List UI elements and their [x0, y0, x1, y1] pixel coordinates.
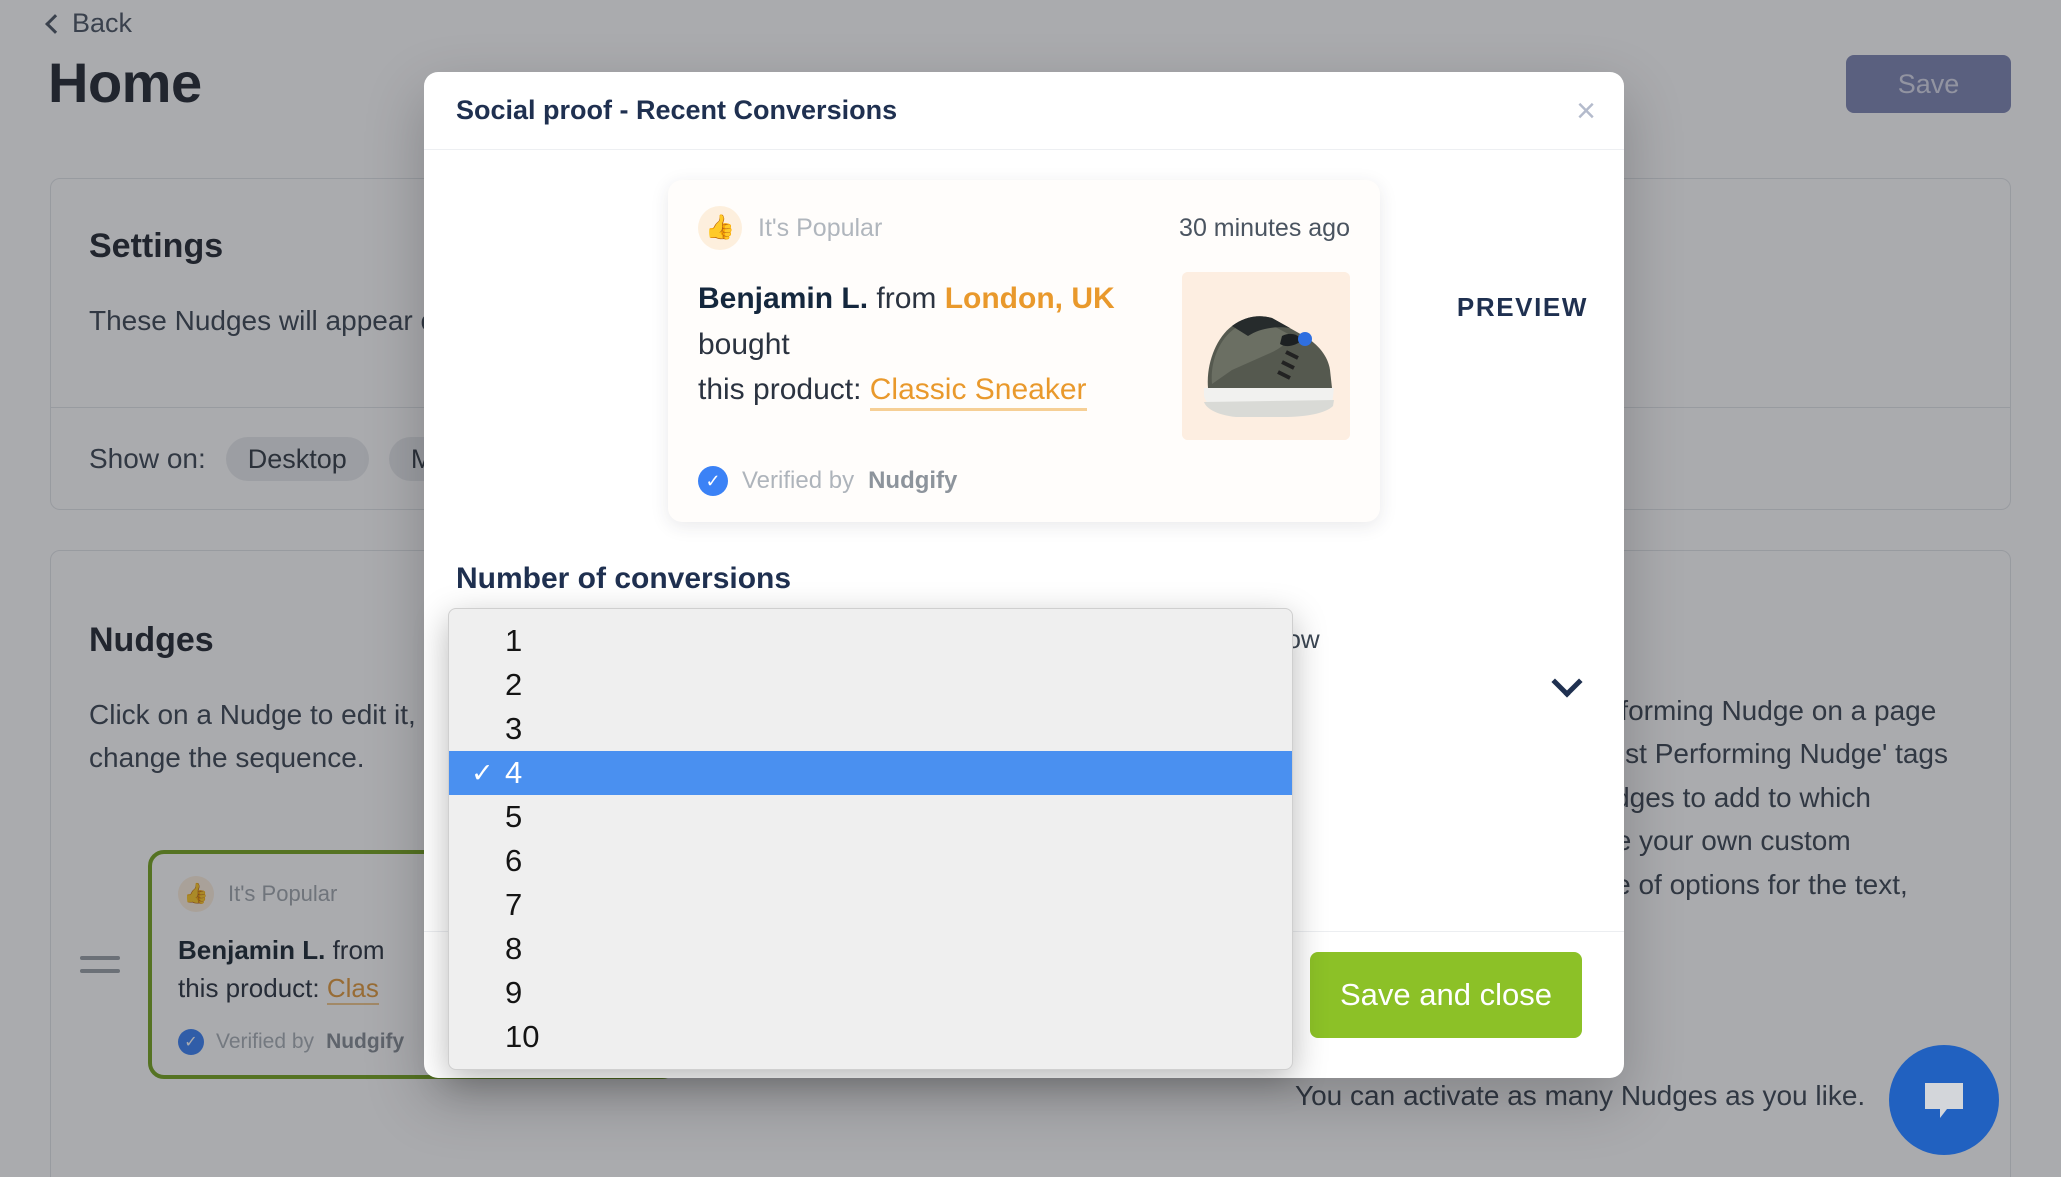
- close-icon[interactable]: ×: [1576, 94, 1596, 128]
- dropdown-option-label: 1: [505, 623, 523, 658]
- save-and-close-button[interactable]: Save and close: [1310, 952, 1582, 1038]
- modal-title: Social proof - Recent Conversions: [456, 95, 898, 125]
- preview-timestamp: 30 minutes ago: [1179, 213, 1350, 242]
- dropdown-option-label: 7: [505, 887, 523, 922]
- dropdown-option-1[interactable]: 1: [449, 619, 1292, 663]
- preview-person: Benjamin L.: [698, 282, 869, 315]
- preview-mid-2: bought: [698, 327, 790, 361]
- dropdown-option-6[interactable]: 6: [449, 839, 1292, 883]
- modal-header: Social proof - Recent Conversions ×: [424, 72, 1624, 150]
- dropdown-option-label: 10: [505, 1019, 540, 1054]
- chevron-down-icon: [1551, 666, 1583, 698]
- dropdown-option-8[interactable]: 8: [449, 927, 1292, 971]
- preview-area: 👍 It's Popular 30 minutes ago Benjamin L…: [456, 180, 1592, 522]
- dropdown-option-label: 5: [505, 799, 523, 834]
- preview-product-prefix: this product:: [698, 373, 862, 407]
- dropdown-option-4[interactable]: ✓ 4: [449, 751, 1292, 795]
- dropdown-option-label: 8: [505, 931, 523, 966]
- preview-mid-1: from: [868, 282, 945, 315]
- preview-location: London, UK: [944, 282, 1115, 315]
- dropdown-option-label: 4: [505, 755, 523, 790]
- dropdown-option-3[interactable]: 3: [449, 707, 1292, 751]
- preview-card-top-row: 👍 It's Popular 30 minutes ago: [698, 206, 1350, 250]
- chat-bubble-icon[interactable]: [1889, 1045, 1999, 1155]
- check-icon: ✓: [471, 757, 494, 788]
- dropdown-option-label: 9: [505, 975, 523, 1010]
- dropdown-option-label: 3: [505, 711, 523, 746]
- preview-badge: 👍 It's Popular: [698, 206, 882, 250]
- dropdown-option-label: 2: [505, 667, 523, 702]
- dropdown-option-7[interactable]: 7: [449, 883, 1292, 927]
- dropdown-option-5[interactable]: 5: [449, 795, 1292, 839]
- thumbs-up-icon: 👍: [698, 206, 742, 250]
- preview-content-row: Benjamin L. from London, UK bought this p…: [698, 250, 1350, 440]
- preview-verified-row: ✓ Verified by Nudgify: [698, 466, 1350, 496]
- page-root: Back Home Save Settings These Nudges wil…: [0, 0, 2061, 1177]
- product-thumbnail: [1182, 272, 1350, 440]
- preview-product-link[interactable]: Classic Sneaker: [869, 373, 1087, 412]
- verified-check-icon: ✓: [698, 466, 728, 496]
- preview-message: Benjamin L. from London, UK bought this p…: [698, 276, 1156, 413]
- conversions-dropdown-list[interactable]: 1 2 3 ✓ 4 5 6 7 8 9 10: [448, 608, 1293, 1070]
- preview-verified-prefix: Verified by: [742, 467, 855, 494]
- preview-label: PREVIEW: [1456, 292, 1588, 322]
- preview-verified-brand: Nudgify: [868, 467, 958, 494]
- dropdown-option-label: 6: [505, 843, 523, 878]
- section-heading-number-of-conversions: Number of conversions: [456, 562, 792, 595]
- preview-badge-label: It's Popular: [758, 213, 883, 242]
- dropdown-option-10[interactable]: 10: [449, 1015, 1292, 1059]
- dropdown-option-2[interactable]: 2: [449, 663, 1292, 707]
- nudge-preview-card: 👍 It's Popular 30 minutes ago Benjamin L…: [668, 180, 1380, 522]
- dropdown-option-9[interactable]: 9: [449, 971, 1292, 1015]
